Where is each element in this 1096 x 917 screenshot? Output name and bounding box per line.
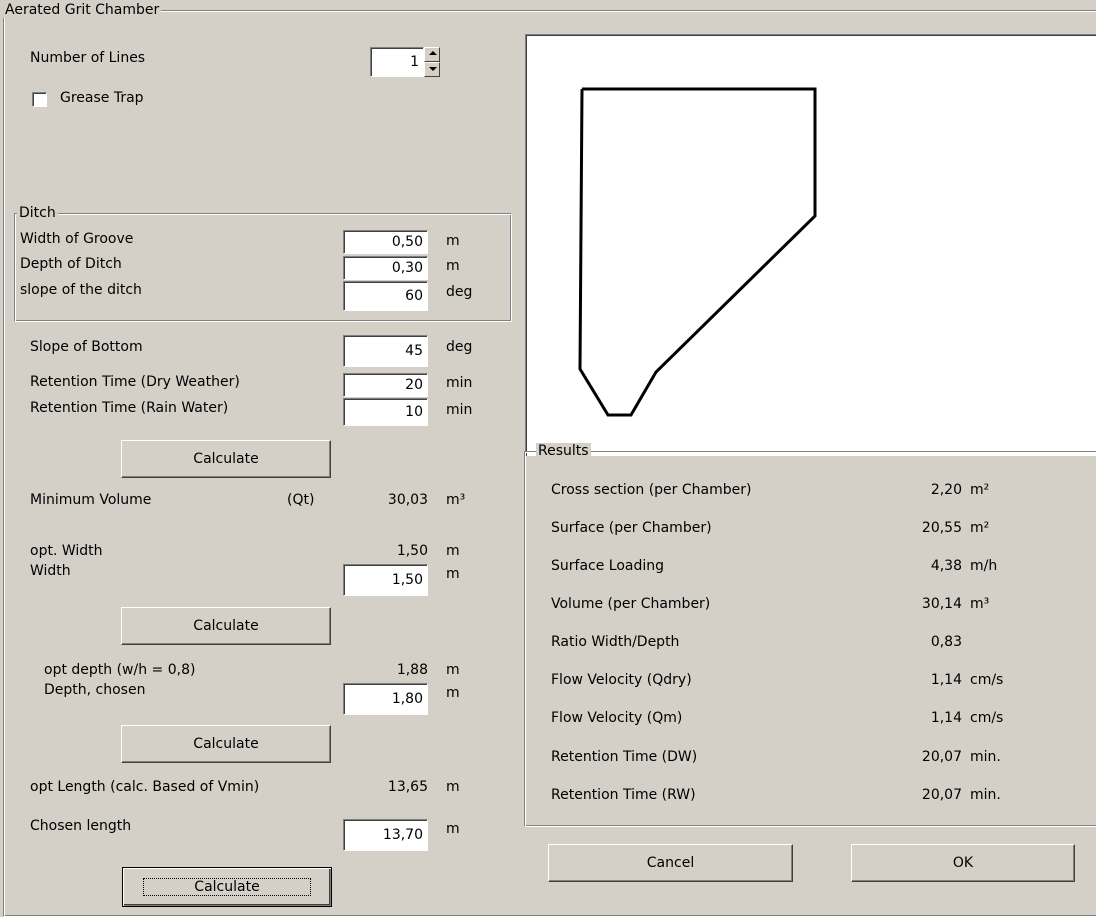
- result-unit: m²: [970, 520, 990, 536]
- minimum-volume-qualifier: (Qt): [287, 492, 315, 508]
- calculate-button-length[interactable]: Calculate: [122, 867, 332, 907]
- chevron-up-icon: [429, 51, 437, 55]
- results-legend: Results: [536, 443, 591, 459]
- result-value: 20,07: [921, 787, 962, 803]
- depth-of-ditch-unit: m: [446, 258, 460, 274]
- opt-width-label: opt. Width: [30, 543, 103, 559]
- result-value: 20,07: [921, 749, 962, 765]
- width-of-groove-input[interactable]: 0,50: [343, 230, 428, 254]
- width-of-groove-label: Width of Groove: [20, 231, 134, 247]
- calculate-button-depth[interactable]: Calculate: [121, 725, 331, 763]
- minimum-volume-label: Minimum Volume: [30, 492, 152, 508]
- grease-trap-label: Grease Trap: [60, 90, 144, 106]
- chosen-length-input[interactable]: 13,70: [343, 819, 428, 851]
- opt-width-unit: m: [446, 543, 460, 559]
- slope-of-ditch-label: slope of the ditch: [20, 282, 142, 298]
- slope-of-ditch-unit: deg: [446, 284, 473, 300]
- depth-chosen-unit: m: [446, 685, 460, 701]
- depth-chosen-label: Depth, chosen: [44, 682, 146, 698]
- ok-button[interactable]: OK: [851, 844, 1075, 882]
- opt-depth-label: opt depth (w/h = 0,8): [44, 662, 196, 678]
- result-unit: min.: [970, 749, 1001, 765]
- depth-of-ditch-label: Depth of Ditch: [20, 256, 122, 272]
- retention-dry-unit: min: [446, 375, 473, 391]
- result-value: 1,14: [930, 710, 962, 726]
- calculate-button-volume[interactable]: Calculate: [121, 440, 331, 478]
- opt-depth-value: 1,88: [396, 662, 428, 678]
- result-value: 20,55: [921, 520, 962, 536]
- result-label: Flow Velocity (Qm): [551, 710, 683, 726]
- number-of-lines-label: Number of Lines: [30, 50, 146, 66]
- result-value: 2,20: [930, 482, 962, 498]
- retention-dry-input[interactable]: 20: [343, 373, 428, 397]
- width-input[interactable]: 1,50: [343, 564, 428, 596]
- opt-length-label: opt Length (calc. Based of Vmin): [30, 779, 260, 795]
- result-unit: min.: [970, 787, 1001, 803]
- opt-depth-unit: m: [446, 662, 460, 678]
- chosen-length-label: Chosen length: [30, 818, 132, 834]
- number-of-lines-input[interactable]: 1: [370, 47, 424, 77]
- group-title: Aerated Grit Chamber: [3, 2, 162, 18]
- result-unit: m²: [970, 482, 990, 498]
- result-value: 1,14: [930, 672, 962, 688]
- result-unit: cm/s: [970, 710, 1004, 726]
- result-value: 4,38: [930, 558, 962, 574]
- chevron-down-icon: [429, 67, 437, 71]
- minimum-volume-unit: m³: [446, 492, 466, 508]
- result-label: Surface (per Chamber): [551, 520, 712, 536]
- depth-of-ditch-input[interactable]: 0,30: [343, 256, 428, 280]
- result-unit: m³: [970, 596, 990, 612]
- depth-chosen-input[interactable]: 1,80: [343, 683, 428, 715]
- result-value: 30,14: [921, 596, 962, 612]
- retention-rain-label: Retention Time (Rain Water): [30, 400, 229, 416]
- calculate-button-width[interactable]: Calculate: [121, 607, 331, 645]
- width-label: Width: [30, 563, 71, 579]
- retention-rain-unit: min: [446, 402, 473, 418]
- retention-rain-input[interactable]: 10: [343, 398, 428, 426]
- result-label: Retention Time (DW): [551, 749, 698, 765]
- result-label: Surface Loading: [551, 558, 665, 574]
- result-label: Cross section (per Chamber): [551, 482, 752, 498]
- opt-length-unit: m: [446, 779, 460, 795]
- width-of-groove-unit: m: [446, 233, 460, 249]
- result-label: Ratio Width/Depth: [551, 634, 680, 650]
- slope-of-ditch-input[interactable]: 60: [343, 281, 428, 311]
- result-unit: cm/s: [970, 672, 1004, 688]
- chosen-length-unit: m: [446, 821, 460, 837]
- minimum-volume-value: 30,03: [387, 492, 428, 508]
- result-label: Retention Time (RW): [551, 787, 696, 803]
- cancel-button[interactable]: Cancel: [548, 844, 793, 882]
- result-label: Volume (per Chamber): [551, 596, 711, 612]
- calculate-button-length-label: Calculate: [143, 878, 311, 896]
- spin-down-button[interactable]: [424, 62, 440, 77]
- slope-of-bottom-label: Slope of Bottom: [30, 339, 143, 355]
- result-unit: m/h: [970, 558, 998, 574]
- width-unit: m: [446, 566, 460, 582]
- result-label: Flow Velocity (Qdry): [551, 672, 692, 688]
- slope-of-bottom-input[interactable]: 45: [343, 335, 428, 367]
- opt-width-value: 1,50: [396, 543, 428, 559]
- slope-of-bottom-unit: deg: [446, 339, 473, 355]
- grease-trap-checkbox[interactable]: [32, 92, 47, 107]
- result-value: 0,83: [930, 634, 962, 650]
- cross-section-shape: [578, 87, 817, 417]
- ditch-legend: Ditch: [17, 205, 58, 221]
- cross-section-diagram: [525, 34, 1096, 456]
- opt-length-value: 13,65: [387, 779, 428, 795]
- retention-dry-label: Retention Time (Dry Weather): [30, 374, 240, 390]
- spin-up-button[interactable]: [424, 47, 440, 62]
